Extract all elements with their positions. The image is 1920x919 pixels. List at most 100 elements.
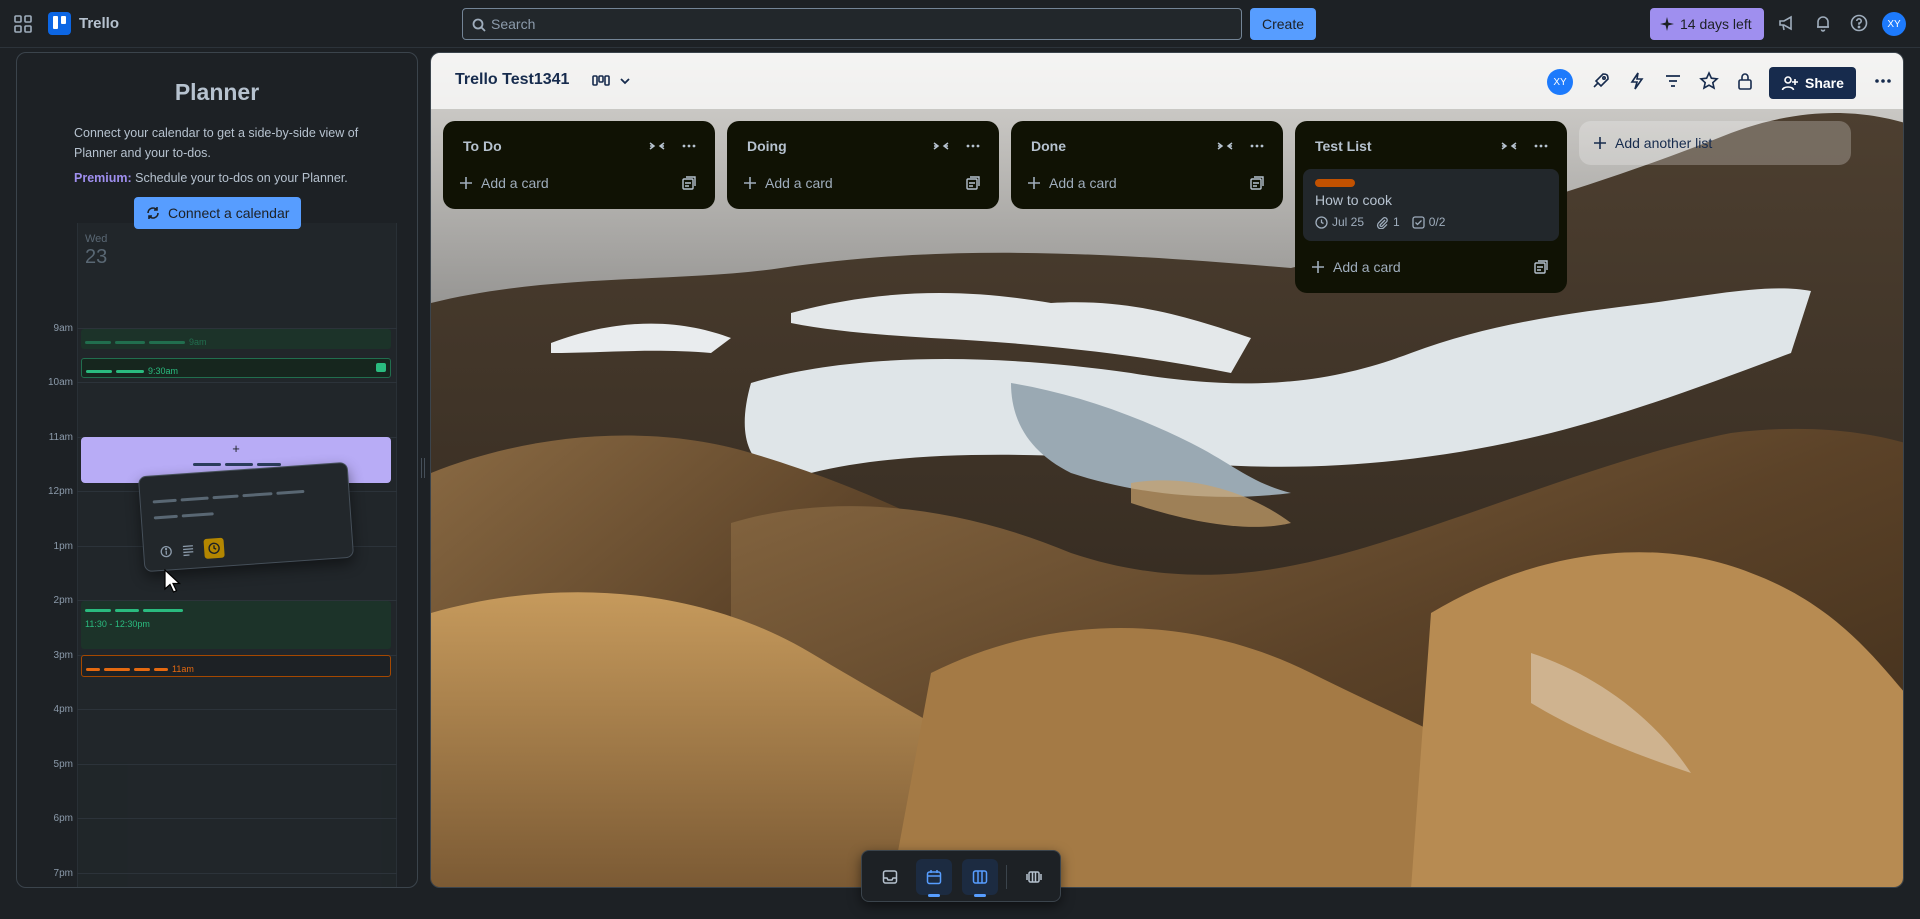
plus-icon: [1594, 137, 1606, 149]
template-icon[interactable]: [1249, 175, 1265, 191]
inbox-button[interactable]: [872, 859, 908, 895]
event-time: 9am: [189, 337, 207, 347]
planner-premium: Premium: Schedule your to-dos on your Pl…: [74, 171, 348, 185]
more-icon[interactable]: [1873, 71, 1893, 91]
collapse-icon[interactable]: [649, 138, 665, 154]
attachments-badge: 1: [1376, 215, 1400, 229]
rocket-icon[interactable]: [1591, 71, 1611, 91]
due-date: Jul 25: [1332, 215, 1365, 229]
calendar-day-number: 23: [85, 246, 108, 268]
card-title: How to cook: [1315, 192, 1393, 208]
template-icon[interactable]: [965, 175, 981, 191]
event-time: 11am: [172, 664, 194, 674]
list-title[interactable]: Done: [1031, 138, 1066, 154]
plus-icon: +: [232, 441, 240, 456]
list-title[interactable]: Doing: [747, 138, 787, 154]
search-input[interactable]: Search: [462, 8, 1242, 40]
trial-button[interactable]: 14 days left: [1650, 8, 1764, 40]
nav-separator: [1006, 865, 1007, 889]
template-icon[interactable]: [681, 175, 697, 191]
planner-calendar: Wed 23 9am 10am 11am 12pm 1pm 2pm 3pm 4p…: [17, 223, 417, 887]
add-list-label: Add another list: [1615, 135, 1713, 151]
board-member-avatar[interactable]: XY: [1547, 69, 1573, 95]
hour-label: 6pm: [53, 813, 73, 824]
lightning-icon[interactable]: [1627, 71, 1647, 91]
clock-icon: [1315, 215, 1328, 229]
calendar-badge-icon: [376, 363, 386, 372]
calendar-event: 11:30 - 12:30pm: [81, 601, 391, 649]
info-icon: [160, 545, 172, 558]
user-plus-icon: [1781, 76, 1798, 91]
planner-title: Planner: [174, 79, 260, 105]
add-card-button[interactable]: Add a card: [743, 167, 833, 199]
planner-button[interactable]: [916, 859, 952, 897]
plus-icon: [1312, 261, 1324, 273]
premium-label: Premium:: [74, 171, 132, 185]
bell-icon[interactable]: [1814, 14, 1834, 34]
cursor-icon: [164, 569, 182, 593]
dragging-card-illustration: [137, 461, 355, 573]
hour-label: 5pm: [53, 759, 73, 770]
due-date-badge[interactable]: Jul 25: [1315, 215, 1364, 229]
panel-resize-handle[interactable]: [421, 458, 425, 478]
add-card-button[interactable]: Add a card: [459, 167, 549, 199]
lock-icon[interactable]: [1735, 71, 1755, 91]
switch-boards-button[interactable]: [1016, 859, 1052, 895]
board-icon: [972, 870, 988, 884]
board-button[interactable]: [962, 859, 998, 897]
card-label[interactable]: [1315, 179, 1355, 187]
calendar-event: 9am: [81, 329, 391, 349]
user-avatar[interactable]: XY: [1882, 12, 1906, 36]
more-icon[interactable]: [1533, 138, 1549, 154]
paperclip-icon: [1376, 216, 1388, 229]
board-title[interactable]: Trello Test1341: [455, 71, 569, 89]
share-button[interactable]: Share: [1769, 67, 1856, 99]
more-icon[interactable]: [681, 138, 697, 154]
trello-logo[interactable]: Trello: [48, 12, 119, 35]
premium-text: Schedule your to-dos on your Planner.: [135, 171, 348, 185]
hour-label: 10am: [47, 377, 73, 388]
more-icon[interactable]: [1249, 138, 1265, 154]
add-card-button[interactable]: Add a card: [1027, 167, 1117, 199]
attachment-count: 1: [1393, 215, 1400, 229]
collapse-icon[interactable]: [1217, 138, 1233, 154]
connect-calendar-button[interactable]: Connect a calendar: [134, 197, 302, 229]
connect-calendar-label: Connect a calendar: [168, 205, 290, 221]
help-icon[interactable]: [1850, 14, 1870, 34]
trello-logo-icon: [48, 12, 71, 35]
list-doing: Doing Add a card: [727, 121, 999, 209]
description-icon: [182, 545, 194, 557]
event-time: 11:30 - 12:30pm: [85, 619, 150, 629]
more-icon[interactable]: [965, 138, 981, 154]
calendar-day-name: Wed: [85, 233, 108, 245]
hour-label: 4pm: [53, 704, 73, 715]
hour-label: 9am: [53, 323, 73, 334]
list-title[interactable]: Test List: [1315, 138, 1372, 154]
create-button[interactable]: Create: [1250, 8, 1317, 40]
plus-icon: [1028, 177, 1040, 189]
add-card-button[interactable]: Add a card: [1311, 251, 1401, 283]
trial-label: 14 days left: [1680, 16, 1752, 32]
apps-grid-icon[interactable]: [14, 15, 32, 33]
chevron-down-icon[interactable]: [615, 71, 635, 91]
add-card-label: Add a card: [765, 175, 833, 191]
star-icon[interactable]: [1699, 71, 1719, 91]
card[interactable]: How to cook Jul 25 1 0/2: [1303, 169, 1559, 241]
list-title[interactable]: To Do: [463, 138, 502, 154]
list-to-do: To Do Add a card: [443, 121, 715, 209]
hour-label: 7pm: [53, 868, 73, 879]
bottom-view-switcher: [861, 850, 1061, 902]
template-icon[interactable]: [1533, 259, 1549, 275]
board: Trello Test1341 XY Share To Do Add a car…: [430, 52, 1904, 888]
filter-icon[interactable]: [1663, 71, 1683, 91]
add-list-button[interactable]: Add another list: [1579, 121, 1851, 165]
plus-icon: [744, 177, 756, 189]
app-name: Trello: [79, 15, 120, 32]
search-placeholder: Search: [491, 16, 536, 32]
collapse-icon[interactable]: [933, 138, 949, 154]
calendar-icon: [926, 870, 942, 885]
checklist-badge: 0/2: [1412, 215, 1445, 229]
megaphone-icon[interactable]: [1778, 14, 1798, 34]
collapse-icon[interactable]: [1501, 138, 1517, 154]
board-view-icon[interactable]: [591, 71, 611, 91]
